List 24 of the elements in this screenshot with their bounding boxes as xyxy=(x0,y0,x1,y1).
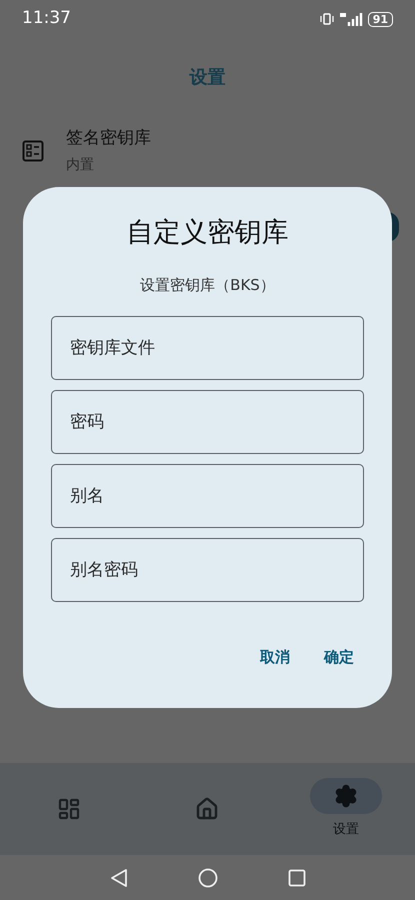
dialog-subtitle: 设置密钥库（BKS） xyxy=(139,274,276,296)
dialog-button[interactable]: 确定 xyxy=(314,638,364,676)
signal-icon xyxy=(338,12,363,26)
vibrate-icon xyxy=(320,13,334,25)
home-icon xyxy=(195,797,220,821)
input-field[interactable]: 别名 xyxy=(51,464,364,528)
back-icon[interactable] xyxy=(110,868,128,888)
home-circle-icon[interactable] xyxy=(198,868,218,888)
dashboard-icon xyxy=(57,797,82,821)
dialog-title: 自定义密钥库 xyxy=(126,216,290,250)
nav-tab[interactable] xyxy=(310,778,382,814)
input-field[interactable]: 别名密码 xyxy=(51,538,364,602)
nav-label: 设置 xyxy=(332,821,359,840)
item-title: 签名密钥库 xyxy=(66,126,151,150)
input-field[interactable]: 密钥库文件 xyxy=(51,316,364,380)
recents-icon[interactable] xyxy=(288,868,306,886)
page-title: 设置 xyxy=(190,66,226,90)
settings-list-item[interactable]: 签名密钥库 内置 xyxy=(0,116,415,186)
status-time: 11:37 xyxy=(22,7,71,30)
input-field[interactable]: 密码 xyxy=(51,390,364,454)
item-subtitle: 内置 xyxy=(66,156,95,176)
battery-indicator: 91 xyxy=(368,12,393,26)
list-icon xyxy=(22,140,44,162)
dialog-button[interactable]: 取消 xyxy=(250,638,300,676)
